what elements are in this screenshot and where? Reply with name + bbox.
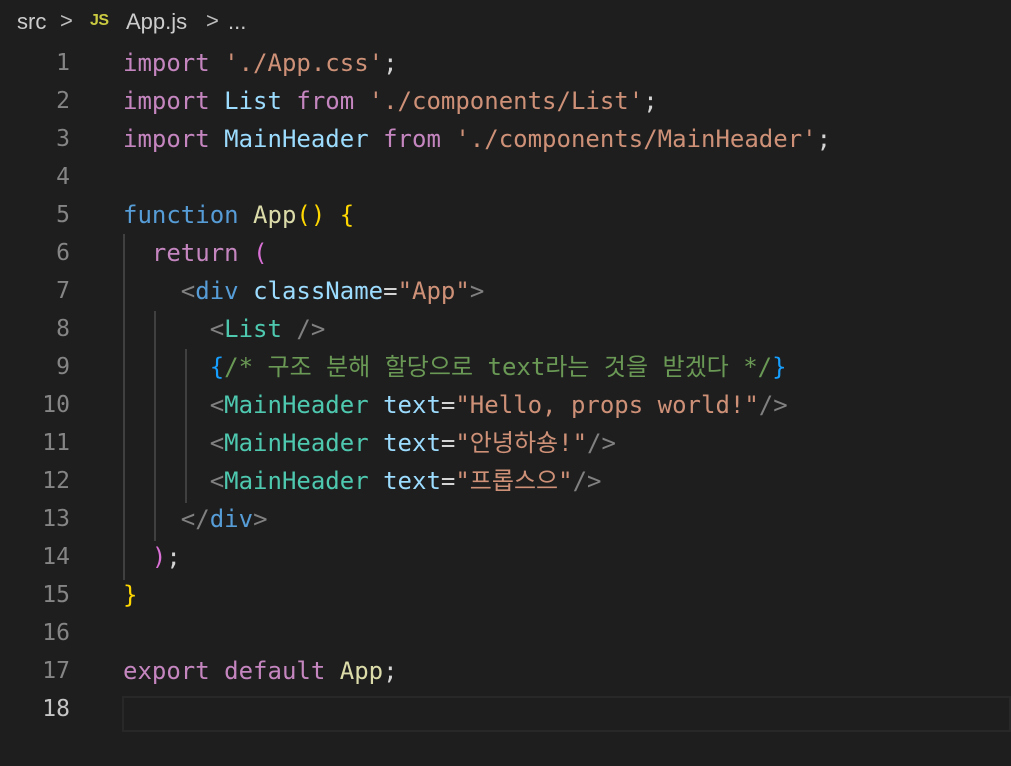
- code-line: 6 return (: [0, 234, 1011, 272]
- line-number: 5: [56, 202, 70, 228]
- code-line: 13 </div>: [0, 500, 1011, 538]
- javascript-file-icon: JS: [90, 12, 109, 29]
- code-text[interactable]: <div className="App">: [123, 272, 484, 310]
- code-line: 15 }: [0, 576, 1011, 614]
- code-line: 3 import MainHeader from './components/M…: [0, 120, 1011, 158]
- line-number: 7: [56, 278, 70, 304]
- line-number: 1: [56, 50, 70, 76]
- line-number: 8: [56, 316, 70, 342]
- code-text[interactable]: {/* 구조 분해 할당으로 text라는 것을 받겠다 */}: [123, 348, 787, 386]
- line-number: 15: [42, 582, 70, 608]
- line-number: 4: [56, 164, 70, 190]
- chevron-right-icon: >: [60, 8, 73, 33]
- line-number: 14: [42, 544, 70, 570]
- line-number: 13: [42, 506, 70, 532]
- code-line: 1 import './App.css';: [0, 44, 1011, 82]
- line-number: 9: [56, 354, 70, 380]
- code-line: 16: [0, 614, 1011, 652]
- code-line: 9 {/* 구조 분해 할당으로 text라는 것을 받겠다 */}: [0, 348, 1011, 386]
- code-text[interactable]: function App() {: [123, 196, 354, 234]
- code-line: 14 );: [0, 538, 1011, 576]
- code-text[interactable]: return (: [123, 234, 268, 272]
- code-text[interactable]: </div>: [123, 500, 268, 538]
- code-text[interactable]: import './App.css';: [123, 44, 398, 82]
- code-line: 10 <MainHeader text="Hello, props world!…: [0, 386, 1011, 424]
- line-number: 10: [42, 392, 70, 418]
- code-text[interactable]: <MainHeader text="안녕하숑!"/>: [123, 424, 616, 462]
- code-text[interactable]: <MainHeader text="Hello, props world!"/>: [123, 386, 788, 424]
- line-number: 11: [42, 430, 70, 456]
- line-number: 12: [42, 468, 70, 494]
- code-line: 7 <div className="App">: [0, 272, 1011, 310]
- code-line: 12 <MainHeader text="프롭스으"/>: [0, 462, 1011, 500]
- code-text[interactable]: <MainHeader text="프롭스으"/>: [123, 462, 602, 500]
- breadcrumb-folder[interactable]: src: [17, 9, 46, 35]
- code-line: 8 <List />: [0, 310, 1011, 348]
- line-number: 6: [56, 240, 70, 266]
- code-line: 5 function App() {: [0, 196, 1011, 234]
- code-line: 4: [0, 158, 1011, 196]
- line-number: 17: [42, 658, 70, 684]
- code-text[interactable]: import MainHeader from './components/Mai…: [123, 120, 831, 158]
- code-text[interactable]: <List />: [123, 310, 326, 348]
- code-text[interactable]: export default App;: [123, 652, 398, 690]
- breadcrumb-more[interactable]: ...: [228, 9, 246, 35]
- code-line-active: 18: [0, 690, 1011, 728]
- breadcrumb: src > JS App.js > ...: [0, 0, 1011, 44]
- code-text[interactable]: );: [123, 538, 181, 576]
- code-text[interactable]: import List from './components/List';: [123, 82, 658, 120]
- line-number: 3: [56, 126, 70, 152]
- code-line: 17 export default App;: [0, 652, 1011, 690]
- line-number-active: 18: [42, 696, 70, 722]
- code-line: 2 import List from './components/List';: [0, 82, 1011, 120]
- code-text[interactable]: }: [123, 576, 137, 614]
- code-line: 11 <MainHeader text="안녕하숑!"/>: [0, 424, 1011, 462]
- breadcrumb-file[interactable]: App.js: [126, 9, 187, 35]
- line-number: 2: [56, 88, 70, 114]
- line-number: 16: [42, 620, 70, 646]
- chevron-right-icon: >: [206, 8, 219, 33]
- code-editor[interactable]: 1 import './App.css'; 2 import List from…: [0, 44, 1011, 766]
